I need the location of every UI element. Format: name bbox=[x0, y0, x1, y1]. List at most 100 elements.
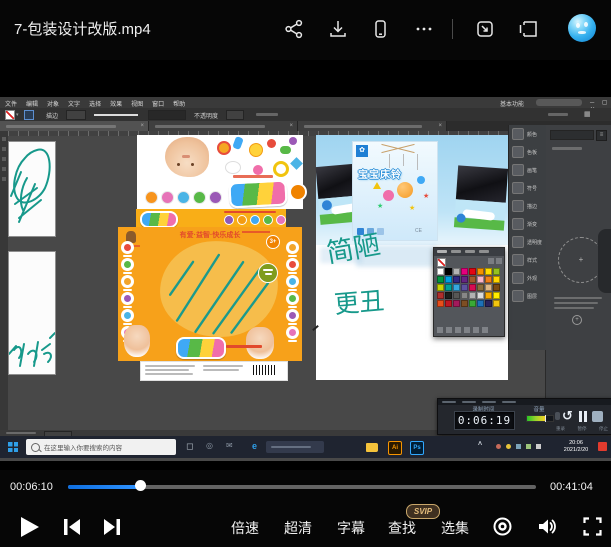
toy-ring-graphic bbox=[273, 161, 289, 177]
panel-label: 颜色 bbox=[527, 131, 537, 138]
close-icon: × bbox=[140, 123, 144, 129]
barcode bbox=[253, 365, 275, 375]
send-to-phone-button[interactable] bbox=[369, 18, 391, 40]
more-options-button[interactable] bbox=[413, 18, 435, 40]
color-badge bbox=[209, 191, 222, 204]
artboard-sketch-1 bbox=[8, 141, 56, 237]
swatch-grid bbox=[437, 268, 501, 307]
illustrator-menu-item: 文件 bbox=[5, 99, 17, 108]
recorder-button-label: 重录 bbox=[556, 426, 565, 432]
color-swatch bbox=[445, 292, 452, 299]
package-side-badge bbox=[286, 275, 299, 288]
color-badge bbox=[161, 191, 174, 204]
marker-scribble bbox=[9, 142, 55, 236]
audio-mode-button[interactable] bbox=[492, 516, 513, 537]
center-blob-shape bbox=[158, 239, 279, 339]
play-icon bbox=[18, 515, 40, 539]
toy-graphic bbox=[267, 139, 276, 148]
volume-button[interactable] bbox=[536, 516, 558, 537]
teal-annotation-strokes bbox=[158, 239, 279, 339]
share-button[interactable] bbox=[283, 18, 305, 40]
package-side-badge bbox=[286, 309, 299, 322]
document-tab: × bbox=[0, 121, 149, 131]
video-surface-screen-recording: 文件编辑对象文字选择效果视图窗口帮助 基本功能 ─ ▢ ✕ ▾ 描边 不透明度 … bbox=[0, 97, 611, 461]
tray-icon bbox=[496, 444, 501, 449]
color-swatch bbox=[437, 276, 444, 283]
edge-browser-icon: e bbox=[252, 441, 257, 451]
swatches-panel bbox=[433, 247, 505, 337]
panel-icon bbox=[512, 218, 524, 230]
recorder-button-label: 暂停 bbox=[578, 426, 587, 432]
quality-button[interactable]: 超清 bbox=[284, 518, 312, 538]
color-swatch bbox=[461, 276, 468, 283]
color-badge bbox=[263, 215, 273, 225]
ctrlbar-right-smudge bbox=[548, 113, 568, 116]
color-badge bbox=[145, 191, 158, 204]
green-claim-badge bbox=[258, 263, 278, 283]
document-tab: × bbox=[149, 121, 298, 131]
info-icon: + bbox=[572, 315, 582, 325]
tray-app-icon: ✉ bbox=[226, 441, 233, 450]
video-display-area[interactable]: 文件编辑对象文字选择效果视图窗口帮助 基本功能 ─ ▢ ✕ ▾ 描边 不透明度 … bbox=[0, 60, 611, 470]
color-swatch bbox=[493, 268, 500, 275]
color-swatch bbox=[477, 284, 484, 291]
package-top-flap bbox=[136, 209, 286, 227]
next-button[interactable] bbox=[102, 517, 122, 537]
find-button[interactable]: 查找 bbox=[388, 518, 416, 538]
toy-graphic bbox=[217, 141, 231, 155]
panel-dock-item: 色板 bbox=[509, 143, 546, 161]
file-explorer-icon bbox=[366, 443, 378, 452]
toy-graphic bbox=[232, 136, 244, 150]
progress-handle[interactable] bbox=[135, 480, 146, 491]
package-side-badge bbox=[121, 275, 134, 288]
playback-speed-button[interactable]: 倍速 bbox=[231, 518, 259, 538]
package-main-panel: 有爱·益智·快乐成长 3+ bbox=[118, 227, 302, 361]
mobile-toy-ball bbox=[397, 182, 413, 198]
panel-dock-item: 渐变 bbox=[509, 215, 546, 233]
color-swatch bbox=[461, 300, 468, 307]
panel-dock-item: 画笔 bbox=[509, 161, 546, 179]
phone-icon bbox=[369, 18, 391, 40]
recorder-button-label: 停止 bbox=[599, 426, 608, 432]
color-badge bbox=[193, 191, 206, 204]
tray-icon bbox=[516, 444, 521, 449]
fullscreen-button[interactable] bbox=[583, 517, 602, 536]
subtitle-button[interactable]: 字幕 bbox=[337, 518, 365, 538]
ring-icon bbox=[492, 516, 513, 537]
current-time: 00:06:10 bbox=[10, 481, 53, 493]
user-avatar[interactable] bbox=[568, 14, 596, 42]
mini-window-button[interactable] bbox=[517, 18, 539, 40]
play-button[interactable] bbox=[18, 515, 40, 539]
tray-icon bbox=[536, 444, 541, 449]
chevron-down-icon: ▾ bbox=[16, 112, 19, 118]
flap-logo bbox=[140, 211, 178, 228]
stroke-preview-line bbox=[94, 114, 138, 116]
panel-icon bbox=[512, 200, 524, 212]
share-icon bbox=[283, 18, 305, 40]
color-swatch bbox=[445, 268, 452, 275]
color-swatch bbox=[469, 268, 476, 275]
download-button[interactable] bbox=[327, 18, 349, 40]
toy-graphic bbox=[290, 157, 303, 170]
volume-label: 音量 bbox=[522, 405, 556, 413]
handwritten-annotation-2: 更丑 bbox=[333, 281, 386, 321]
app-search-field bbox=[536, 99, 582, 106]
panel-icon bbox=[512, 272, 524, 284]
speaker-icon bbox=[536, 516, 558, 537]
previous-button[interactable] bbox=[62, 517, 82, 537]
episodes-button[interactable]: 选集 bbox=[441, 518, 469, 538]
color-swatch bbox=[461, 268, 468, 275]
windows-start-icon bbox=[8, 442, 18, 452]
picture-in-picture-button[interactable] bbox=[474, 18, 496, 40]
color-swatch bbox=[485, 276, 492, 283]
illustrator-menu-item: 对象 bbox=[47, 99, 59, 108]
grid-view-icon bbox=[496, 258, 502, 264]
color-badge bbox=[237, 215, 247, 225]
properties-panel: ≡ + + bbox=[545, 125, 611, 430]
color-swatch bbox=[493, 300, 500, 307]
tray-icon bbox=[506, 444, 511, 449]
svip-badge: SVIP bbox=[406, 504, 440, 519]
panel-label: 外观 bbox=[527, 275, 537, 282]
color-swatch bbox=[453, 292, 460, 299]
artboard-sketch-2 bbox=[8, 251, 56, 375]
